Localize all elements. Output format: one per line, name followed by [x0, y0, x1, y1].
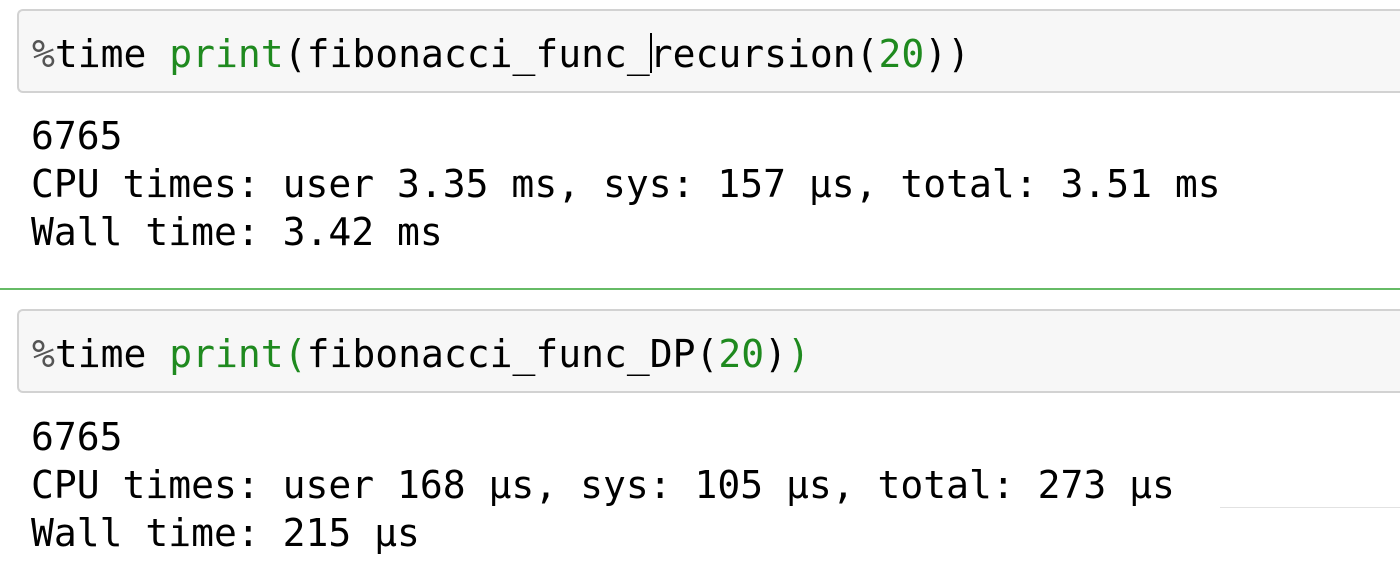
- output-cpu-times: CPU times: user 168 µs, sys: 105 µs, tot…: [31, 463, 1175, 507]
- argument-number: 20: [718, 332, 765, 376]
- output-scroll-edge: [1220, 507, 1400, 508]
- magic-percent: %: [32, 332, 55, 376]
- code-cell-input-2[interactable]: %time print(fibonacci_func_DP(20)): [17, 309, 1400, 393]
- function-name-part: fibonacci_func_: [306, 32, 650, 76]
- code-line-1[interactable]: %time print(fibonacci_func_recursion(20)…: [32, 31, 970, 77]
- builtin-print: print: [169, 32, 284, 76]
- builtin-print: print: [169, 332, 284, 376]
- open-paren: (: [283, 32, 307, 76]
- close-paren-outer: ): [787, 332, 810, 376]
- magic-command: %time: [32, 32, 146, 76]
- magic-percent: %: [32, 32, 55, 76]
- magic-word: time: [54, 32, 147, 76]
- close-paren-inner: ): [924, 32, 948, 76]
- output-result: 6765: [31, 114, 123, 158]
- cell-divider: [0, 288, 1400, 290]
- code-line-2[interactable]: %time print(fibonacci_func_DP(20)): [32, 331, 810, 377]
- output-cpu-times: CPU times: user 3.35 ms, sys: 157 µs, to…: [31, 162, 1221, 206]
- arg-open-paren: (: [695, 332, 719, 376]
- open-paren: (: [283, 332, 307, 376]
- argument-number: 20: [878, 32, 925, 76]
- magic-word: time: [54, 332, 147, 376]
- output-wall-time: Wall time: 3.42 ms: [31, 210, 443, 254]
- code-cell-input-1[interactable]: %time print(fibonacci_func_recursion(20)…: [17, 9, 1400, 93]
- code-cell-output-1: 6765 CPU times: user 3.35 ms, sys: 157 µs…: [31, 112, 1221, 256]
- function-name: fibonacci_func_DP: [306, 332, 696, 376]
- magic-command: %time: [32, 332, 146, 376]
- arg-open-paren: (: [855, 32, 879, 76]
- function-name-part: recursion: [649, 32, 856, 76]
- code-cell-output-2: 6765 CPU times: user 168 µs, sys: 105 µs,…: [31, 413, 1175, 557]
- close-paren-outer: ): [947, 32, 971, 76]
- output-result: 6765: [31, 415, 123, 459]
- close-paren-inner: ): [764, 332, 788, 376]
- output-wall-time: Wall time: 215 µs: [31, 511, 420, 555]
